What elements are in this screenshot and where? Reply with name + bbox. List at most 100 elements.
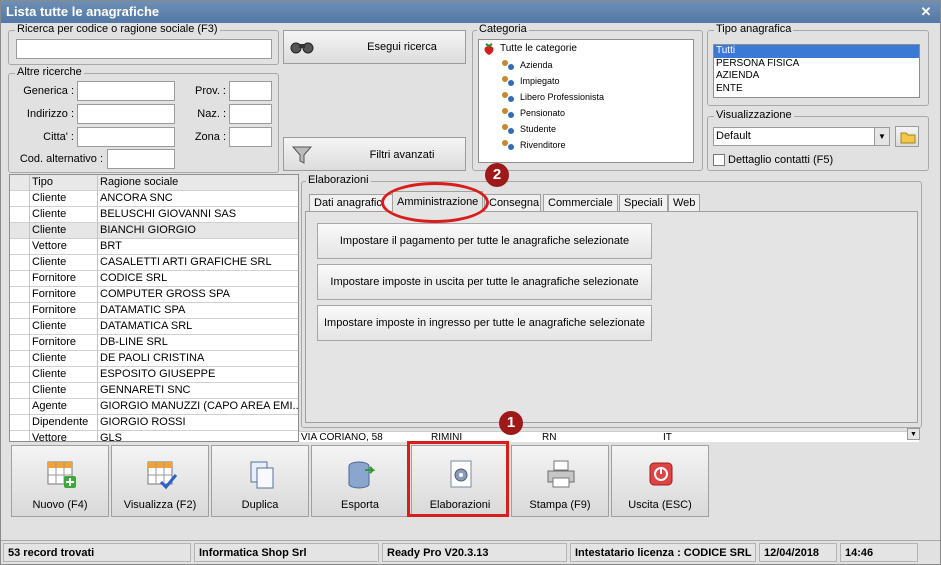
column-header-tipo[interactable]: Tipo [32, 175, 98, 191]
category-item[interactable]: Pensionato [479, 105, 693, 121]
new-table-icon [47, 461, 76, 488]
row-selector[interactable] [10, 191, 30, 207]
table-row[interactable]: Cliente DATAMATICA SRL [10, 319, 298, 335]
row-selector[interactable] [10, 431, 30, 441]
row-selector[interactable] [10, 239, 30, 255]
category-item[interactable]: Rivenditore [479, 137, 693, 153]
cell-tipo: Cliente [32, 191, 98, 207]
dettaglio-checkbox[interactable] [713, 154, 725, 166]
esporta-button[interactable]: Esporta [311, 445, 409, 517]
filters-button[interactable]: Filtri avanzati [283, 137, 466, 171]
folder-button[interactable] [895, 126, 919, 147]
row-selector[interactable] [10, 303, 30, 319]
table-row[interactable]: Fornitore DATAMATIC SPA [10, 303, 298, 319]
uscita-button[interactable]: Uscita (ESC) [611, 445, 709, 517]
row-selector[interactable] [10, 223, 30, 239]
cod-alt-input[interactable] [107, 149, 175, 169]
table-row[interactable]: Cliente BELUSCHI GIOVANNI SAS [10, 207, 298, 223]
column-header-ragione[interactable]: Ragione sociale [100, 175, 298, 191]
folder-icon [900, 132, 916, 144]
prov-input[interactable] [229, 81, 272, 101]
search-input[interactable] [16, 39, 272, 59]
citta-input[interactable] [77, 127, 175, 147]
table-row[interactable]: Fornitore DB-LINE SRL [10, 335, 298, 351]
status-company: Informatica Shop Srl [194, 543, 379, 562]
row-selector[interactable] [10, 367, 30, 383]
funnel-icon [292, 146, 312, 164]
row-selector[interactable] [10, 351, 30, 367]
outgoing-tax-button[interactable]: Impostare imposte in uscita per tutte le… [317, 264, 652, 300]
cod-alt-label: Cod. alternativo : [19, 153, 103, 165]
row-selector[interactable] [10, 207, 30, 223]
chevron-down-icon[interactable]: ▼ [874, 128, 889, 145]
cell-tipo: Fornitore [32, 303, 98, 319]
duplica-button[interactable]: Duplica [211, 445, 309, 517]
row-selector[interactable] [10, 255, 30, 271]
tab-commerciale[interactable]: Commerciale [543, 194, 618, 212]
table-row[interactable]: Cliente BIANCHI GIORGIO [10, 223, 298, 239]
table-row[interactable]: Cliente CASALETTI ARTI GRAFICHE SRL [10, 255, 298, 271]
category-item[interactable]: Studente [479, 121, 693, 137]
cell-ragione-sociale: CODICE SRL [100, 272, 168, 284]
row-selector[interactable] [10, 383, 30, 399]
records-grid[interactable]: Tipo Ragione sociale Cliente ANCORA SNC Cl… [9, 174, 299, 442]
visual-select[interactable]: Default ▼ [713, 127, 890, 146]
status-records: 53 record trovati [3, 543, 191, 562]
table-row[interactable]: Dipendente GIORGIO ROSSI [10, 415, 298, 431]
tab-web[interactable]: Web [668, 194, 701, 212]
grid-partial-row: VIA CORIANO, 58 RIMINI RN IT [299, 431, 919, 442]
tipo-item-selected[interactable]: Tutti [714, 45, 919, 58]
power-icon [649, 462, 673, 486]
table-row[interactable]: Vettore BRT [10, 239, 298, 255]
close-icon[interactable]: ✕ [918, 4, 934, 20]
prov-label: Prov. : [195, 85, 226, 97]
people-icon [502, 108, 518, 119]
category-item[interactable]: Libero Professionista [479, 89, 693, 105]
table-row[interactable]: Vettore GLS [10, 431, 298, 441]
cell-ragione-sociale: CASALETTI ARTI GRAFICHE SRL [100, 256, 272, 268]
table-row[interactable]: Cliente DE PAOLI CRISTINA [10, 351, 298, 367]
view-table-icon [147, 461, 177, 490]
tipo-item[interactable]: PERSONA FISICA [714, 58, 919, 71]
table-row[interactable]: Agente GIORGIO MANUZZI (CAPO AREA EMI... [10, 399, 298, 415]
cell-tipo: Cliente [32, 351, 98, 367]
tipo-list[interactable]: Tutti PERSONA FISICA AZIENDA ENTE [713, 44, 920, 98]
categoria-list[interactable]: Tutte le categorie Azienda Impiegato Lib… [478, 39, 694, 163]
table-row[interactable]: Fornitore CODICE SRL [10, 271, 298, 287]
category-item[interactable]: Azienda [479, 57, 693, 73]
incoming-tax-button[interactable]: Impostare imposte in ingresso per tutte … [317, 305, 652, 341]
cell-ragione-sociale: BIANCHI GIORGIO [100, 224, 196, 236]
indirizzo-label: Indirizzo : [26, 108, 74, 120]
scroll-down-icon[interactable]: ▼ [907, 428, 920, 440]
cell-ragione-sociale: ESPOSITO GIUSEPPE [100, 368, 216, 380]
row-selector[interactable] [10, 271, 30, 287]
table-row[interactable]: Cliente ANCORA SNC [10, 191, 298, 207]
indirizzo-input[interactable] [77, 104, 175, 124]
nuovo-button[interactable]: Nuovo (F4) [11, 445, 109, 517]
search-button[interactable]: Esegui ricerca [283, 30, 466, 64]
strawberry-icon [484, 43, 494, 55]
table-row[interactable]: Cliente GENNARETI SNC [10, 383, 298, 399]
duplicate-icon [250, 461, 274, 489]
cell-tipo: Agente [32, 399, 98, 415]
category-item[interactable]: Impiegato [479, 73, 693, 89]
cell-ragione-sociale: GIORGIO ROSSI [100, 416, 186, 428]
row-selector[interactable] [10, 319, 30, 335]
cell-ragione-sociale: ANCORA SNC [100, 192, 173, 204]
row-selector[interactable] [10, 415, 30, 431]
row-selector[interactable] [10, 399, 30, 415]
visualizza-button[interactable]: Visualizza (F2) [111, 445, 209, 517]
row-selector[interactable] [10, 287, 30, 303]
tab-consegna[interactable]: Consegna [484, 194, 541, 212]
table-row[interactable]: Cliente ESPOSITO GIUSEPPE [10, 367, 298, 383]
tab-speciali[interactable]: Speciali [619, 194, 668, 212]
zona-input[interactable] [229, 127, 272, 147]
naz-input[interactable] [229, 104, 272, 124]
stampa-button[interactable]: Stampa (F9) [511, 445, 609, 517]
payment-button[interactable]: Impostare il pagamento per tutte le anag… [317, 223, 652, 259]
generica-input[interactable] [77, 81, 175, 101]
table-row[interactable]: Fornitore COMPUTER GROSS SPA [10, 287, 298, 303]
tipo-item[interactable]: ENTE [714, 83, 919, 96]
row-selector[interactable] [10, 335, 30, 351]
tipo-item[interactable]: AZIENDA [714, 70, 919, 83]
